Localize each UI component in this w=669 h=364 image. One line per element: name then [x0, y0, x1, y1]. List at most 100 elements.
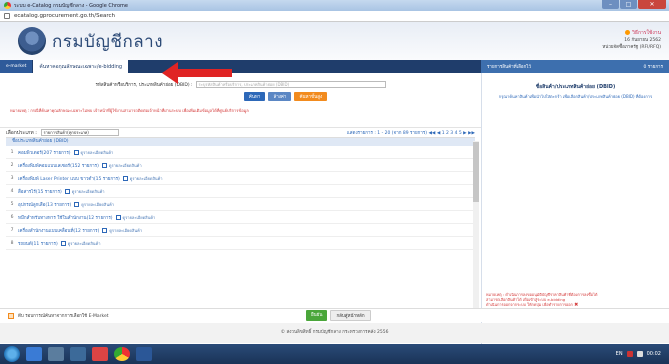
copyright: © สงวนลิขสิทธิ์ กรมบัญชีกลาง กระทรวงการค…: [0, 323, 669, 343]
network-icon[interactable]: [626, 351, 633, 357]
details-link[interactable]: ดูรายละเอียดสินค้า: [123, 214, 156, 221]
cart-checkbox-icon[interactable]: [8, 312, 14, 319]
address-bar[interactable]: ecatalog.gprocurement.go.th/Search: [0, 11, 669, 22]
main-nav: e-market ค้นหาคอกุณลักษณะเฉพาะ/e-bidding…: [0, 60, 669, 73]
details-link[interactable]: ดูรายละเอียดสินค้า: [68, 240, 101, 247]
cart-header: รายการสินค้าที่เลือกไว้ 0 รายการ: [481, 60, 669, 73]
row-number: 7: [10, 227, 14, 233]
search-buttons: ค้นหา ล้างค่า ค้นหาขั้นสูง: [0, 92, 481, 101]
details-icon[interactable]: [73, 149, 79, 155]
details-icon[interactable]: [101, 162, 107, 168]
category-name[interactable]: หมึกสำหรับทางหาร ใช้ในสำนักงาน(12 รายการ…: [18, 214, 113, 221]
category-select[interactable]: รายการสินค้า(ทุกประเภท): [40, 128, 119, 136]
details-link[interactable]: ดูรายละเอียดสินค้า: [81, 149, 114, 156]
sidebar-heading: ชื่อสินค้า/ประเภทสินค้าย่อย (DBID): [535, 84, 616, 90]
language-indicator[interactable]: EN: [616, 351, 623, 357]
filter-label: เลือกประเภท :: [6, 129, 37, 136]
list-item: 4 สื่อสารไร้(15 รายการ) ดูรายละเอียดสินค้า: [6, 185, 475, 198]
chrome-icon: [4, 2, 11, 9]
row-number: 3: [10, 175, 14, 181]
tab-ebidding[interactable]: ค้นหาคอกุณลักษณะเฉพาะ/e-bidding: [33, 60, 129, 73]
close-button[interactable]: ✕: [638, 0, 666, 9]
start-icon[interactable]: [4, 346, 20, 362]
details-icon[interactable]: [122, 175, 128, 181]
sidebar-text: กรุณาค้นหาสินค้าเพื่อนำไปใส่ตะกร้า เพื่อ…: [498, 94, 653, 99]
window-controls: – □ ✕: [602, 0, 666, 9]
row-number: 2: [10, 162, 14, 168]
reset-button[interactable]: ล้างค่า: [268, 92, 292, 101]
sidebar-note: หมายเหตุ : ดำเนินการลงขออนุมัติบัญชีราคา…: [486, 292, 597, 308]
confirm-button[interactable]: ยืนยัน: [306, 310, 328, 321]
site-header: กรมบัญชีกลาง วิธีการใช้งาน 16 กันยายน 25…: [0, 22, 669, 60]
app-icon[interactable]: [70, 347, 86, 361]
list-item: 5 อุปกรณ์ลูกเสือ(13 รายการ) ดูรายละเอียดสิ…: [6, 198, 475, 211]
cart-title: รายการสินค้าที่เลือกไว้: [487, 65, 532, 70]
tab-emarket[interactable]: e-market: [0, 60, 33, 73]
explorer-icon[interactable]: [48, 347, 64, 361]
url-text[interactable]: ecatalog.gprocurement.go.th/Search: [14, 13, 115, 19]
category-name[interactable]: รถยนต์(11 รายการ): [18, 240, 58, 247]
category-name[interactable]: สื่อสารไร้(15 รายการ): [18, 188, 62, 195]
details-icon[interactable]: [74, 201, 80, 207]
site-name: กรมบัญชีกลาง: [52, 31, 164, 52]
user-info: วิธีการใช้งาน 16 กันยายน 2562 หน่วยจัดซื…: [602, 30, 661, 51]
window-title: ระบบ e-Catalog กรมบัญชีกลาง - Google Chr…: [14, 2, 128, 9]
details-link[interactable]: ดูรายละเอียดสินค้า: [109, 227, 142, 234]
category-name[interactable]: คอมพิวเตอร์(207 รายการ): [18, 149, 71, 156]
advanced-search-button[interactable]: ค้นหาขั้นสูง: [294, 92, 328, 101]
ie-icon[interactable]: [26, 347, 42, 361]
system-tray: EN 00:02: [616, 351, 661, 357]
pagination[interactable]: แสดงรายการ : 1 - 20 (จาก 89 รายการ) ◀◀ ◀…: [347, 129, 475, 136]
details-icon[interactable]: [102, 227, 108, 233]
page-icon: [4, 13, 10, 19]
back-home-button[interactable]: กลับสู่หน้าหลัก: [330, 310, 371, 321]
category-name[interactable]: อุปกรณ์ลูกเสือ(13 รายการ): [18, 201, 71, 208]
list-scrollbar[interactable]: [473, 141, 479, 311]
scrollbar-thumb[interactable]: [473, 142, 479, 202]
details-link[interactable]: ดูรายละเอียดสินค้า: [130, 175, 163, 182]
window-titlebar: ระบบ e-Catalog กรมบัญชีกลาง - Google Chr…: [0, 0, 669, 11]
maximize-button[interactable]: □: [620, 0, 637, 9]
category-name[interactable]: เครื่องพิมพ์ Laser Printer แบบ ขาวดำ(15 …: [18, 175, 120, 182]
windows-taskbar: EN 00:02: [0, 344, 669, 364]
search-button[interactable]: ค้นหา: [243, 92, 266, 101]
filter-bar: เลือกประเภท : รายการสินค้า(ทุกประเภท) แส…: [0, 127, 481, 137]
help-link[interactable]: วิธีการใช้งาน: [602, 30, 661, 37]
row-number: 4: [10, 188, 14, 194]
sidebar-note-3: ดำเนินการออกจากระบบ ให้กดปุ่ม เพื่อทำราย…: [486, 302, 573, 307]
category-name[interactable]: เครื่องสำนักงานแบบเคลื่อนที่(12 รายการ): [18, 227, 99, 234]
search-row: รหัสสินค้าหรือบริการ, ประเภทสินค้าย่อย (…: [0, 81, 481, 88]
list-item: 2 เครื่องพิมพ์คอมแบบเลเซอร์(152 รายการ) ดู…: [6, 159, 475, 172]
minimize-button[interactable]: –: [602, 0, 619, 9]
web-page: กรมบัญชีกลาง วิธีการใช้งาน 16 กันยายน 25…: [0, 22, 669, 344]
footer-bar: ดีบ รอบการณ์ค้นหาจากการเลือกใช้ E-Market…: [0, 308, 669, 322]
cart-sidebar: ชื่อสินค้า/ประเภทสินค้าย่อย (DBID) กรุณา…: [481, 73, 669, 344]
row-number: 5: [10, 201, 14, 207]
row-number: 1: [10, 149, 14, 155]
search-notice: หมายเหตุ : กรณีที่ค้นหาคุณลักษณะเฉพาะไม่…: [10, 108, 249, 113]
cart-count: 0 รายการ: [643, 65, 663, 70]
category-list: ชื่อประเภทสินค้าย่อย (DBID) 1 คอมพิวเตอร์…: [6, 137, 475, 250]
category-name[interactable]: เครื่องพิมพ์คอมแบบเลเซอร์(152 รายการ): [18, 162, 99, 169]
word-icon[interactable]: [136, 347, 152, 361]
chrome-taskbar-icon[interactable]: [114, 347, 130, 361]
details-icon[interactable]: [64, 188, 70, 194]
details-link[interactable]: ดูรายละเอียดสินค้า: [72, 188, 105, 195]
details-link[interactable]: ดูรายละเอียดสินค้า: [81, 201, 114, 208]
clock[interactable]: 00:02: [647, 351, 661, 357]
list-item: 3 เครื่องพิมพ์ Laser Printer แบบ ขาวดำ(15…: [6, 172, 475, 185]
list-item: 7 เครื่องสำนักงานแบบเคลื่อนที่(12 รายการ)…: [6, 224, 475, 237]
details-link[interactable]: ดูรายละเอียดสินค้า: [109, 162, 142, 169]
details-icon[interactable]: [115, 214, 121, 220]
details-icon[interactable]: [60, 240, 66, 246]
volume-icon[interactable]: [636, 351, 643, 357]
agency-text: หน่วยจัดซื้อภาครัฐ (RFI/RFQ): [602, 45, 661, 50]
list-header: ชื่อประเภทสินค้าย่อย (DBID): [6, 138, 475, 146]
row-number: 8: [10, 240, 14, 246]
annotation-arrow-icon: [162, 62, 232, 84]
main-panel: รหัสสินค้าหรือบริการ, ประเภทสินค้าย่อย (…: [0, 73, 481, 344]
media-icon[interactable]: [92, 347, 108, 361]
list-item: 8 รถยนต์(11 รายการ) ดูรายละเอียดสินค้า: [6, 237, 475, 250]
list-item: 6 หมึกสำหรับทางหาร ใช้ในสำนักงาน(12 รายกา…: [6, 211, 475, 224]
department-logo: [18, 27, 46, 55]
